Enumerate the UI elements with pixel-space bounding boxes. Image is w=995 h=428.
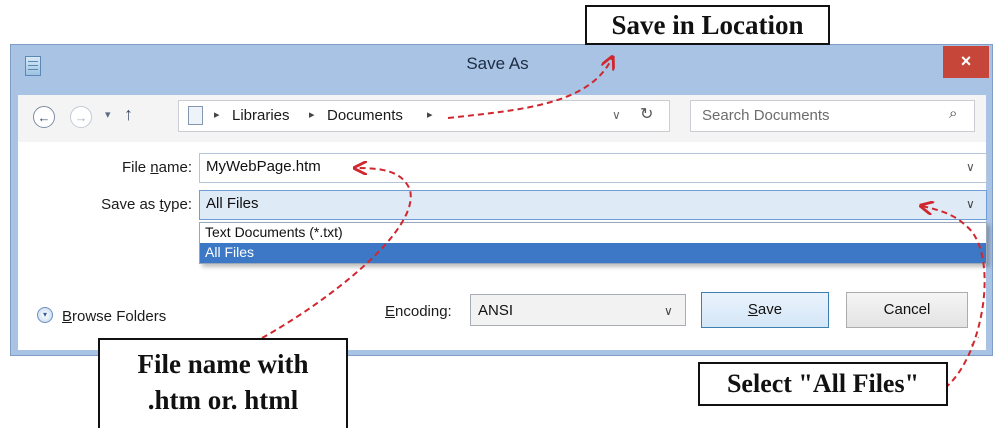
callout-save-in-location: Save in Location [585,5,830,45]
arrow-to-all-files [922,206,986,389]
arrow-to-file-name [261,168,412,339]
callout-file-name: File name with .htm or. html [98,338,348,428]
callout-select-all-files: Select "All Files" [698,362,948,406]
arrow-to-save-location [447,58,612,119]
